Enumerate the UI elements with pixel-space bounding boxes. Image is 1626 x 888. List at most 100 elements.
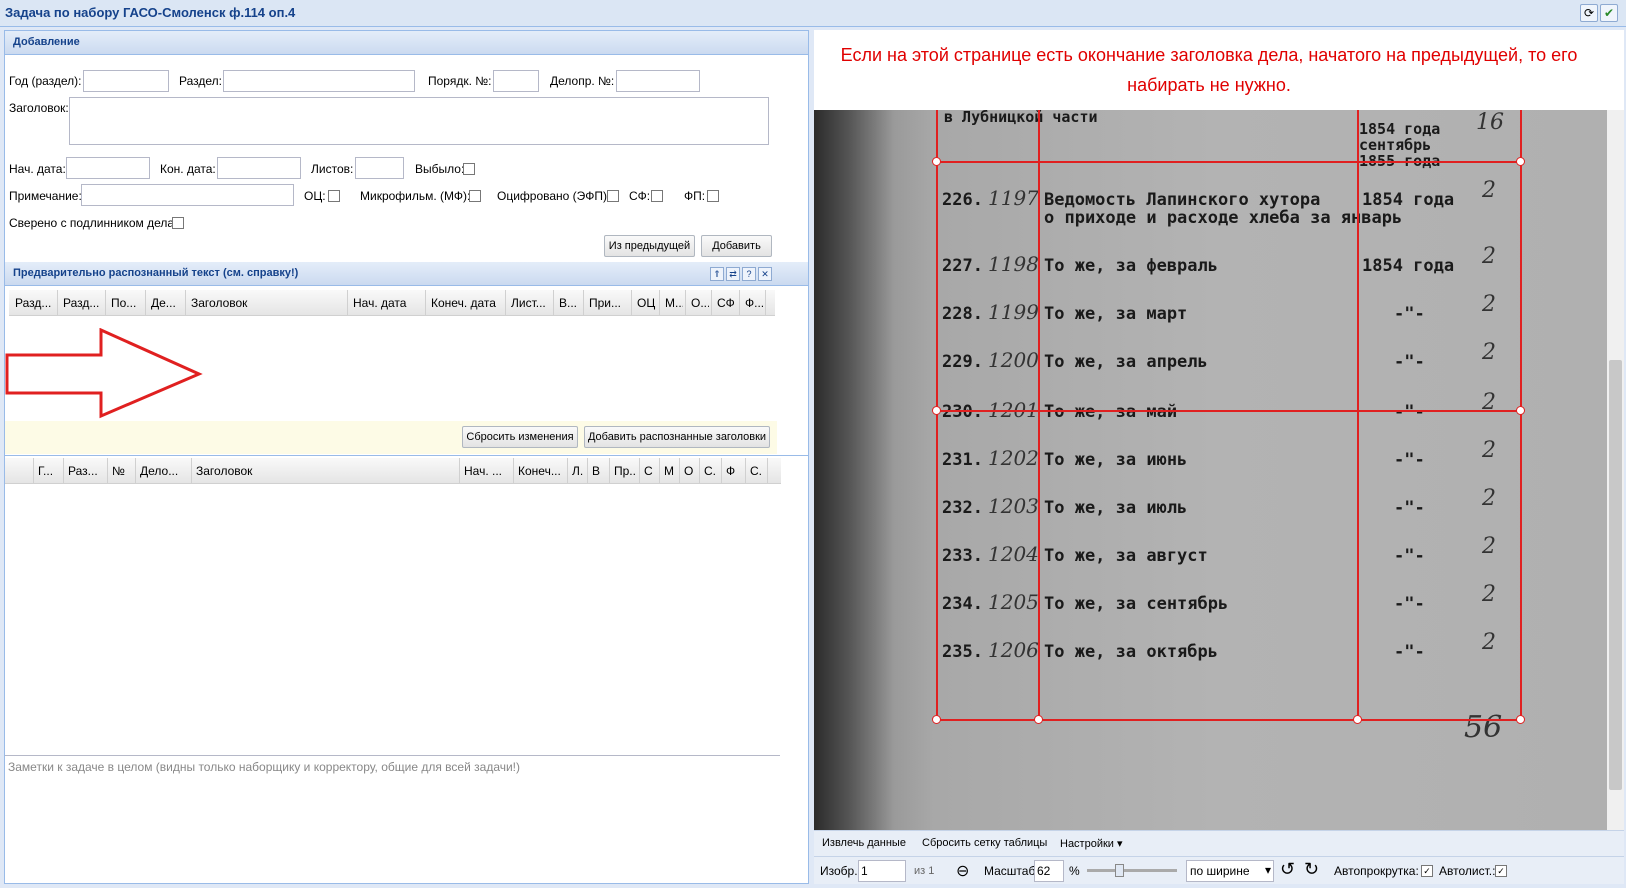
main-column-header[interactable]: Г...: [38, 464, 61, 478]
main-column-header[interactable]: С: [644, 464, 657, 478]
main-column-header[interactable]: Раз...: [68, 464, 105, 478]
collapse-icon[interactable]: ⇑: [710, 267, 724, 281]
recognized-panel-header: Предварительно распознанный текст (см. с…: [5, 262, 808, 286]
doc-row-number: 230.: [942, 402, 983, 422]
heading-textarea[interactable]: [69, 97, 769, 145]
recognized-column-header[interactable]: В...: [559, 296, 581, 310]
note-input[interactable]: [81, 184, 294, 206]
recognized-column-header[interactable]: Ф...: [745, 296, 763, 310]
column-separator: [631, 290, 632, 316]
main-column-header[interactable]: С.: [750, 464, 765, 478]
recognized-column-header[interactable]: ОЦ: [637, 296, 657, 310]
task-notes-textarea[interactable]: Заметки к задаче в целом (видны только н…: [5, 755, 780, 883]
verified-checkbox[interactable]: [172, 217, 184, 229]
prev-step-icon[interactable]: ⊖: [956, 861, 969, 881]
recognized-column-header[interactable]: Конеч. дата: [431, 296, 503, 310]
main-column-header[interactable]: Дело...: [140, 464, 189, 478]
doc-row-sheets: 2: [1482, 178, 1496, 203]
doc-row-title: То же, за февраль: [1044, 256, 1218, 276]
autoscroll-checkbox[interactable]: ✓: [1421, 865, 1433, 877]
recognized-column-header[interactable]: Разд...: [63, 296, 103, 310]
extract-data-button[interactable]: Извлечь данные: [822, 837, 906, 849]
close-icon[interactable]: ✕: [758, 267, 772, 281]
start-date-input[interactable]: [66, 157, 150, 179]
main-column-header[interactable]: Заголовок: [196, 464, 457, 478]
add-recognized-headings-button[interactable]: Добавить распознанные заголовки: [584, 426, 770, 448]
image-number-input[interactable]: 1: [858, 860, 906, 882]
check-icon[interactable]: ✔: [1600, 4, 1618, 22]
recognized-column-header[interactable]: Де...: [151, 296, 183, 310]
recognized-column-header[interactable]: Разд...: [15, 296, 55, 310]
rotate-left-icon[interactable]: ↺: [1280, 859, 1295, 880]
grid-line: [1357, 110, 1359, 720]
grid-handle[interactable]: [1034, 715, 1043, 724]
main-column-header[interactable]: В: [592, 464, 607, 478]
grid-handle[interactable]: [1353, 715, 1362, 724]
refresh-icon[interactable]: ⇄: [726, 267, 740, 281]
doc-row-year: 1854 года: [1362, 190, 1455, 210]
settings-menu[interactable]: Настройки ▾: [1060, 837, 1123, 850]
main-column-header[interactable]: Нач. ...: [464, 464, 511, 478]
sf-checkbox[interactable]: [651, 190, 663, 202]
office-no-input[interactable]: [616, 70, 700, 92]
microfilm-checkbox[interactable]: [469, 190, 481, 202]
recognized-column-header[interactable]: При...: [589, 296, 629, 310]
main-column-header[interactable]: М: [664, 464, 677, 478]
scale-input[interactable]: 62: [1034, 860, 1064, 882]
rotate-right-icon[interactable]: ↻: [1304, 859, 1319, 880]
fit-mode-select[interactable]: по ширине ▾: [1186, 860, 1274, 882]
main-column-header[interactable]: Ф: [726, 464, 743, 478]
scroll-thumb[interactable]: [1609, 360, 1622, 790]
end-date-input[interactable]: [217, 157, 301, 179]
main-column-header[interactable]: Пр...: [614, 464, 637, 478]
scale-label: Масштаб:: [984, 864, 1039, 878]
doc-row-sheets: 2: [1482, 582, 1496, 607]
from-previous-button[interactable]: Из предыдущей: [604, 235, 695, 257]
column-separator: [765, 290, 766, 316]
dropped-checkbox[interactable]: [463, 163, 475, 175]
oc-checkbox[interactable]: [328, 190, 340, 202]
grid-line: [936, 161, 1522, 163]
digitized-checkbox[interactable]: [607, 190, 619, 202]
section-input[interactable]: [223, 70, 415, 92]
recognized-column-header[interactable]: Заголовок: [191, 296, 345, 310]
grid-handle[interactable]: [1516, 406, 1525, 415]
doc-row-year: -"-: [1394, 352, 1425, 372]
fp-checkbox[interactable]: [707, 190, 719, 202]
scale-slider-thumb[interactable]: [1115, 864, 1124, 877]
grid-handle[interactable]: [932, 715, 941, 724]
recognized-column-header[interactable]: По...: [111, 296, 143, 310]
help-icon[interactable]: ?: [742, 267, 756, 281]
column-separator: [63, 458, 64, 484]
main-grid-header: Г... Раз... № Дело... Заголовок Нач. ... Конеч…: [5, 458, 781, 484]
grid-handle[interactable]: [932, 157, 941, 166]
grid-handle[interactable]: [932, 406, 941, 415]
refresh-icon[interactable]: ⟳: [1580, 4, 1598, 22]
grid-handle[interactable]: [1516, 715, 1525, 724]
sheets-input[interactable]: [355, 157, 404, 179]
sf-label: СФ:: [629, 189, 651, 203]
scale-slider[interactable]: [1087, 864, 1177, 877]
autosheet-checkbox[interactable]: ✓: [1495, 865, 1507, 877]
main-column-header[interactable]: Конеч...: [518, 464, 565, 478]
main-column-header[interactable]: Л.: [572, 464, 585, 478]
recognized-column-header[interactable]: СФ: [717, 296, 737, 310]
settings-label: Настройки: [1060, 838, 1114, 850]
year-input[interactable]: [83, 70, 169, 92]
reset-grid-button[interactable]: Сбросить сетку таблицы: [922, 837, 1047, 849]
main-column-header[interactable]: О: [684, 464, 697, 478]
recognized-column-header[interactable]: М...: [665, 296, 683, 310]
recognized-column-header[interactable]: О...: [691, 296, 709, 310]
main-column-header[interactable]: С.: [704, 464, 719, 478]
doc-row-number: 234.: [942, 594, 983, 614]
order-input[interactable]: [493, 70, 539, 92]
dropped-label: Выбыло:: [415, 162, 465, 176]
vertical-scrollbar[interactable]: [1607, 110, 1624, 830]
recognized-column-header[interactable]: Нач. дата: [353, 296, 423, 310]
grid-handle[interactable]: [1516, 157, 1525, 166]
doc-row-sheets: 2: [1482, 534, 1496, 559]
add-button[interactable]: Добавить: [701, 235, 772, 257]
reset-changes-button[interactable]: Сбросить изменения: [462, 426, 578, 448]
main-column-header[interactable]: №: [112, 464, 133, 478]
recognized-column-header[interactable]: Лист...: [511, 296, 551, 310]
